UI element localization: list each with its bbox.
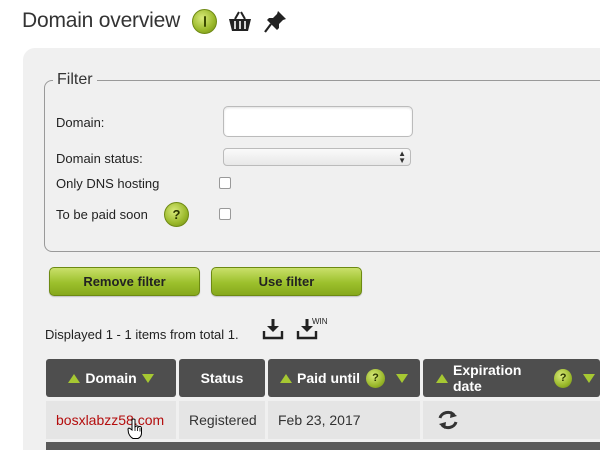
help-icon[interactable]: ?	[554, 368, 572, 388]
column-header-domain[interactable]: Domain	[46, 359, 176, 397]
domain-input[interactable]	[223, 106, 413, 137]
sort-asc-icon[interactable]	[436, 373, 448, 383]
domain-link[interactable]: bosxlabzz58.com	[56, 412, 164, 428]
sort-desc-icon[interactable]	[141, 373, 154, 383]
table-cell-expiration	[423, 401, 600, 439]
page-header: Domain overview	[22, 6, 289, 36]
domain-status-select[interactable]: ▲ ▼	[223, 148, 411, 166]
paid-until-text: Feb 23, 2017	[278, 412, 361, 428]
sort-desc-icon[interactable]	[583, 373, 595, 383]
column-header-expiration-date[interactable]: Expiration date ?	[423, 359, 600, 397]
help-icon[interactable]: ?	[366, 368, 385, 388]
info-icon[interactable]	[192, 8, 218, 34]
domain-label: Domain:	[56, 115, 105, 130]
renew-icon[interactable]	[437, 410, 459, 430]
column-label-paid-until: Paid until	[297, 370, 360, 386]
remove-filter-button[interactable]: Remove filter	[49, 267, 200, 296]
help-icon[interactable]: ?	[164, 202, 189, 227]
dns-hosting-label: Only DNS hosting	[56, 176, 160, 191]
download-icon[interactable]	[262, 318, 284, 345]
basket-icon[interactable]	[227, 8, 253, 34]
table-cell-domain: bosxlabzz58.com	[46, 401, 176, 439]
column-header-paid-until[interactable]: Paid until ?	[268, 359, 420, 397]
status-text: Registered	[189, 412, 257, 428]
page-title: Domain overview	[22, 9, 181, 32]
table-cell-status: Registered	[179, 401, 265, 439]
select-arrows-icon: ▲ ▼	[398, 149, 406, 165]
column-label-expiration-date: Expiration date	[453, 362, 522, 394]
use-filter-button[interactable]: Use filter	[211, 267, 362, 296]
domain-status-label: Domain status:	[56, 151, 143, 166]
pin-icon[interactable]	[263, 8, 289, 34]
sort-asc-icon[interactable]	[68, 373, 81, 383]
column-header-status: Status	[179, 359, 265, 397]
filter-legend: Filter	[57, 71, 93, 88]
column-label-domain: Domain	[85, 370, 137, 386]
sort-desc-icon[interactable]	[396, 373, 408, 383]
dns-hosting-checkbox[interactable]	[219, 177, 231, 189]
sort-asc-icon[interactable]	[280, 373, 292, 383]
hand-cursor-icon	[127, 418, 143, 445]
column-label-status: Status	[200, 370, 244, 386]
win-label: WIN	[312, 317, 328, 326]
paid-soon-checkbox[interactable]	[219, 208, 231, 220]
results-count-text: Displayed 1 - 1 items from total 1.	[45, 327, 239, 342]
table-cell-paid-until: Feb 23, 2017	[268, 401, 420, 439]
paid-soon-label: To be paid soon	[56, 207, 148, 222]
